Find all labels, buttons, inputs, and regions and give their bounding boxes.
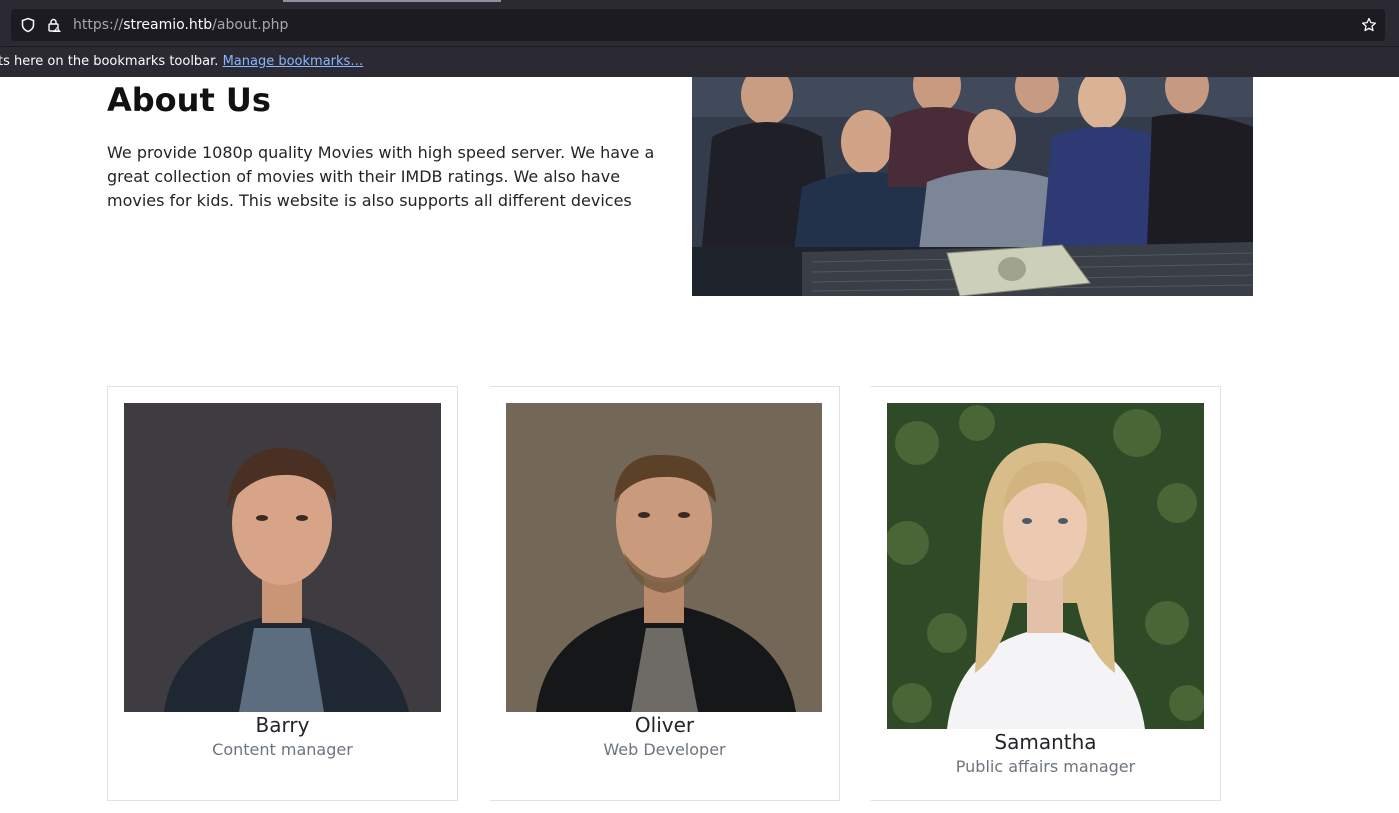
bookmarks-message: ts here on the bookmarks toolbar.: [0, 54, 219, 69]
url-host: streamio.htb: [123, 17, 213, 33]
active-tab-indicator: [283, 0, 501, 2]
bookmark-star-icon[interactable]: [1361, 17, 1377, 33]
oliver-photo: [506, 403, 822, 712]
barry-photo: [124, 403, 441, 712]
url-path: /about.php: [212, 17, 289, 33]
browser-chrome: https://streamio.htb/about.php ts here o…: [0, 0, 1399, 77]
team-card-samantha: Samantha Public affairs manager: [870, 386, 1221, 801]
team-member-role: Content manager: [212, 740, 353, 759]
samantha-photo: [887, 403, 1204, 729]
url-scheme: https://: [73, 17, 124, 33]
manage-bookmarks-link[interactable]: Manage bookmarks…: [223, 54, 364, 69]
team-member-name: Oliver: [634, 713, 695, 737]
address-bar[interactable]: https://streamio.htb/about.php: [11, 9, 1385, 41]
bookmarks-toolbar: ts here on the bookmarks toolbar. Manage…: [0, 46, 1399, 78]
url-text[interactable]: https://streamio.htb/about.php: [73, 17, 288, 33]
team-card-oliver: Oliver Web Developer: [489, 386, 840, 801]
shield-icon[interactable]: [20, 17, 36, 33]
about-description: We provide 1080p quality Movies with hig…: [107, 143, 655, 210]
page-title: About Us: [107, 81, 271, 119]
lock-icon[interactable]: [46, 17, 62, 33]
team-member-role: Web Developer: [603, 740, 726, 759]
team-member-name: Samantha: [994, 730, 1097, 754]
hero-image: [692, 77, 1253, 296]
team-member-role: Public affairs manager: [955, 757, 1136, 776]
team-member-name: Barry: [255, 713, 310, 737]
team-card-barry: Barry Content manager: [107, 386, 458, 801]
